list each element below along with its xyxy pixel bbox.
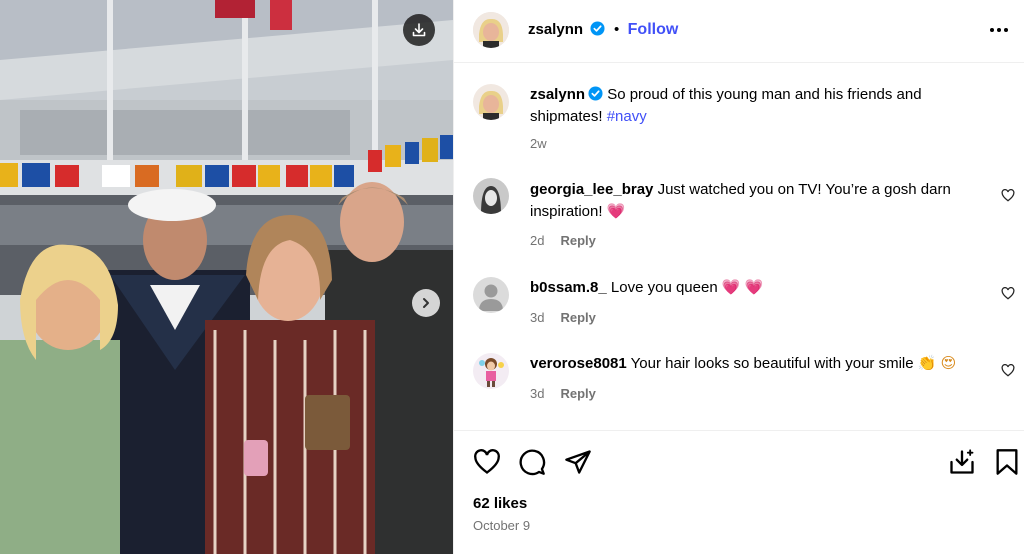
author-avatar[interactable]	[473, 12, 509, 48]
save-to-collection-button[interactable]	[948, 448, 976, 481]
comment-username[interactable]: verorose8081	[530, 355, 627, 372]
verified-badge-icon	[590, 21, 606, 36]
next-photo-button[interactable]	[412, 289, 440, 317]
comment-bubble-icon	[519, 449, 546, 476]
comment-item: georgia_lee_bray Just watched you on TV!…	[530, 179, 970, 223]
reply-button[interactable]: Reply	[560, 233, 595, 248]
caption-meta: 2w	[530, 136, 547, 151]
separator-dot: •	[613, 21, 620, 38]
comment-avatar[interactable]	[473, 277, 509, 313]
heart-outline-icon	[1001, 188, 1015, 202]
comment-meta: 2d Reply	[530, 233, 596, 248]
download-icon	[412, 23, 426, 37]
share-button[interactable]	[564, 448, 592, 481]
avatar-image	[473, 12, 509, 48]
heart-outline-icon	[1001, 286, 1015, 300]
comment-emoji: 💗 💗	[721, 279, 764, 296]
paper-plane-icon	[565, 450, 591, 474]
comment-like-button[interactable]	[1001, 188, 1015, 207]
post-photo	[0, 0, 453, 554]
like-button[interactable]	[473, 449, 501, 480]
bookmark-button[interactable]	[994, 448, 1020, 481]
comment-emoji: 💗	[606, 203, 626, 220]
comment-age: 3d	[530, 310, 545, 325]
comment-text: Love you queen	[610, 279, 718, 296]
heart-icon	[474, 449, 500, 474]
post-details-panel: zsalynn • Follow zsalynn So proud of thi…	[453, 0, 1024, 554]
comment-avatar[interactable]	[473, 178, 509, 214]
comment-username[interactable]: georgia_lee_bray	[530, 181, 653, 198]
author-username[interactable]: zsalynn	[528, 21, 583, 38]
comment-age: 2d	[530, 233, 545, 248]
comment-item: verorose8081 Your hair looks so beautifu…	[530, 353, 970, 375]
download-button[interactable]	[403, 14, 435, 46]
comment-text: Your hair looks so beautiful with your s…	[630, 355, 914, 372]
post-date[interactable]: October 9	[473, 518, 530, 533]
comment-like-button[interactable]	[1001, 363, 1015, 382]
likes-count[interactable]: 62 likes	[473, 495, 527, 512]
caption-age: 2w	[530, 136, 547, 151]
follow-button[interactable]: Follow	[628, 21, 679, 38]
post-caption: zsalynn So proud of this young man and h…	[530, 84, 970, 128]
comment-username[interactable]: b0ssam.8_	[530, 279, 607, 296]
comment-button[interactable]	[518, 448, 546, 481]
reply-button[interactable]: Reply	[560, 386, 595, 401]
avatar-image	[473, 84, 509, 120]
comment-item: b0ssam.8_ Love you queen 💗 💗	[530, 277, 970, 299]
save-download-icon	[950, 449, 974, 474]
comment-age: 3d	[530, 386, 545, 401]
caption-author-avatar[interactable]	[473, 84, 509, 120]
chevron-right-icon	[423, 298, 429, 308]
more-options-button[interactable]	[989, 22, 1009, 43]
caption-username[interactable]: zsalynn	[530, 86, 585, 103]
comment-avatar[interactable]	[473, 353, 509, 389]
avatar-image	[473, 353, 509, 389]
comment-meta: 3d Reply	[530, 386, 596, 401]
hashtag-link[interactable]: #navy	[607, 108, 647, 125]
default-avatar-icon	[473, 277, 509, 313]
heart-outline-icon	[1001, 363, 1015, 377]
more-icon	[990, 28, 1008, 32]
post-actions-bar: 62 likes October 9	[454, 430, 1024, 555]
comment-emoji: 👏 😍	[917, 355, 957, 372]
comment-like-button[interactable]	[1001, 286, 1015, 305]
comment-meta: 3d Reply	[530, 310, 596, 325]
photo-illustration	[0, 0, 453, 554]
avatar-image	[473, 178, 509, 214]
bookmark-icon	[996, 449, 1018, 475]
reply-button[interactable]: Reply	[560, 310, 595, 325]
post-header: zsalynn • Follow	[454, 0, 1024, 63]
verified-badge-icon	[588, 86, 603, 101]
